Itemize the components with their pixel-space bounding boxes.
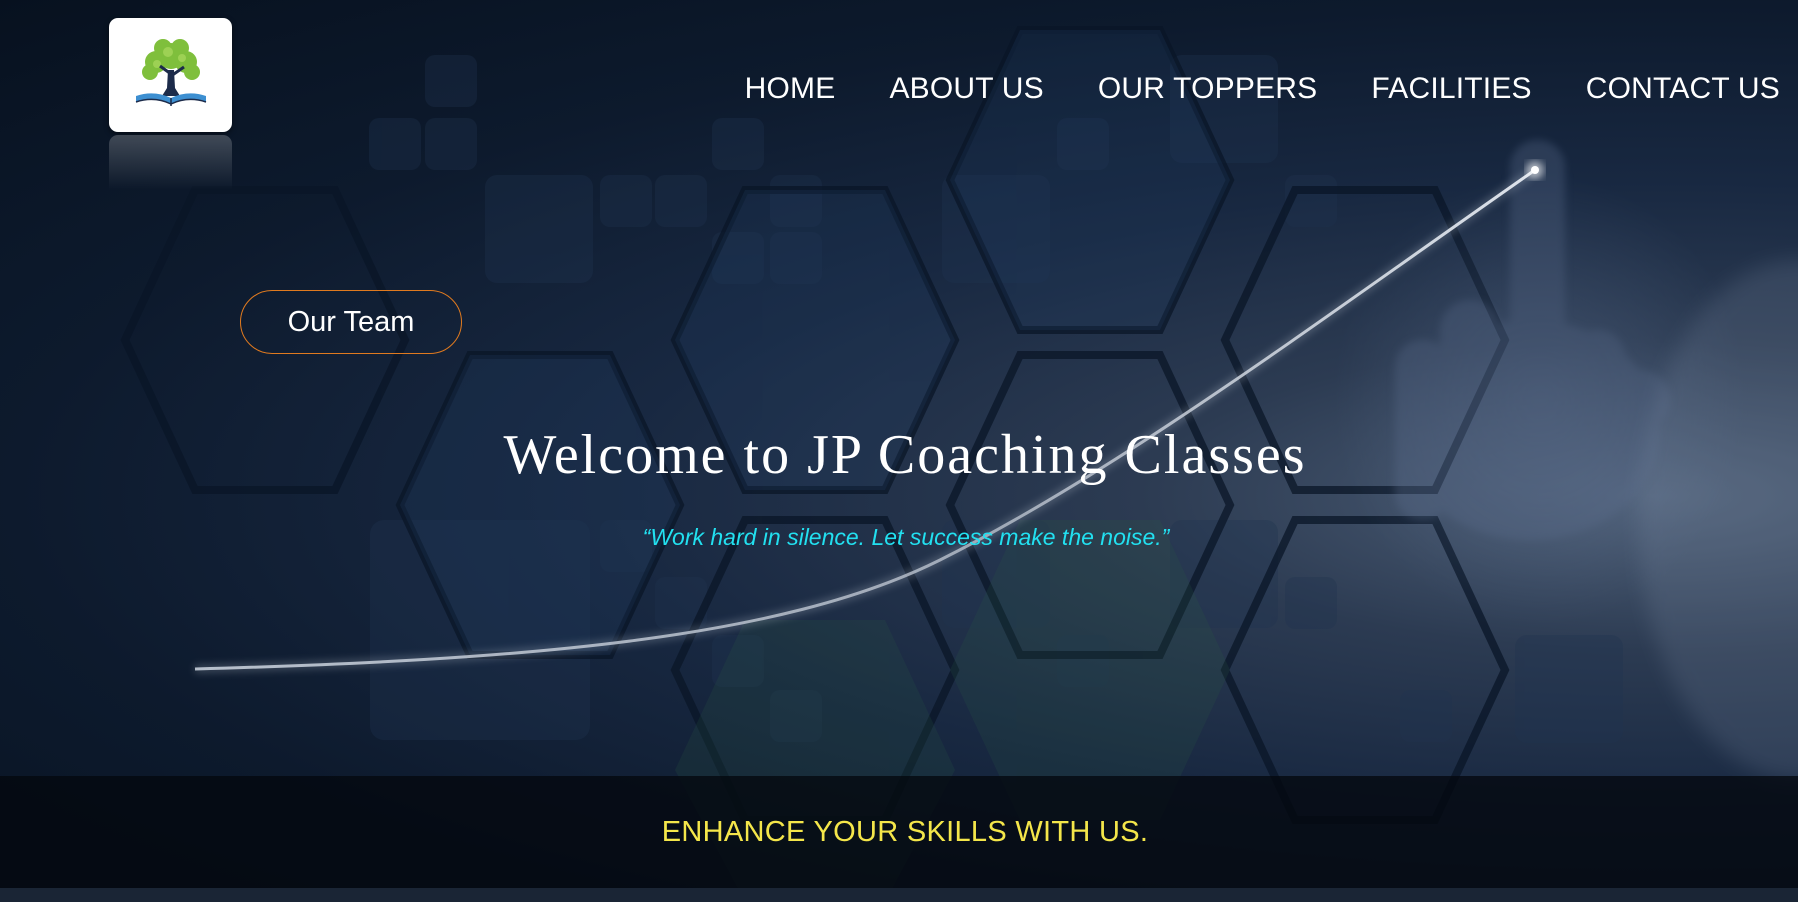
hero-section: HOME ABOUT US OUR TOPPERS FACILITIES CON… [0, 0, 1798, 902]
tree-book-logo-icon [135, 39, 206, 106]
nav-about-us[interactable]: ABOUT US [889, 72, 1043, 106]
our-team-button[interactable]: Our Team [240, 290, 462, 354]
motto-quote: “Work hard in silence. Let success make … [642, 524, 1170, 550]
tagline-text: ENHANCE YOUR SKILLS WITH US. [661, 815, 1149, 848]
bottom-strip [0, 888, 1798, 902]
logo-card[interactable] [109, 18, 232, 132]
tagline-band: ENHANCE YOUR SKILLS WITH US. [0, 776, 1798, 888]
page-title: Welcome to JP Coaching Classes [503, 424, 1307, 486]
logo-reflection [109, 135, 232, 190]
nav-contact-us[interactable]: CONTACT US [1586, 72, 1780, 106]
site-logo[interactable] [109, 18, 232, 132]
main-nav: HOME ABOUT US OUR TOPPERS FACILITIES CON… [745, 72, 1780, 106]
nav-home[interactable]: HOME [745, 72, 836, 106]
nav-facilities[interactable]: FACILITIES [1371, 72, 1531, 106]
nav-our-toppers[interactable]: OUR TOPPERS [1098, 72, 1317, 106]
